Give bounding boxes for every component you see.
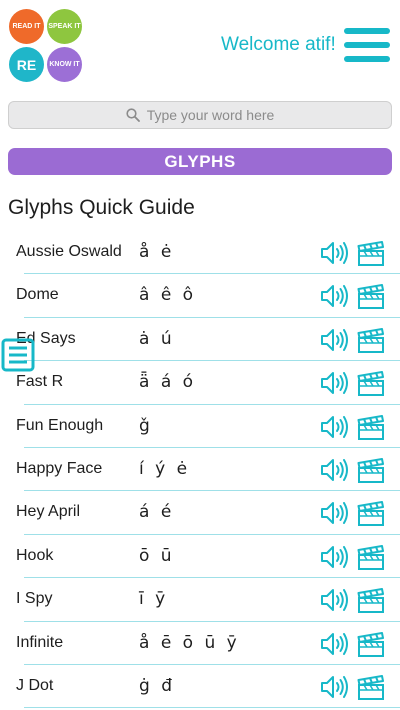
glyph-name: Infinite [16,633,64,651]
glyph-name: Aussie Oswald [16,243,122,260]
search-input[interactable]: Type your word here [8,101,392,129]
row-divider [24,707,400,709]
speaker-icon[interactable] [320,500,350,526]
logo-read-it: READ IT [9,9,44,44]
speaker-icon[interactable] [320,370,350,396]
header: READ IT SPEAK IT RE KNOW IT Welcome atif… [0,0,400,90]
glyph-symbols: ȧ ú [139,328,175,349]
clapperboard-icon[interactable] [357,588,385,614]
glyph-name: Fun Enough [16,416,104,434]
clapperboard-icon[interactable] [357,674,385,701]
glyph-list: Aussie Oswald å ė Dome â ê ô Ed Says ȧ ú Fast … [0,231,400,709]
clapperboard-icon[interactable] [357,241,385,267]
clapperboard-icon[interactable] [357,457,385,484]
clapperboard-icon[interactable] [357,371,385,397]
speaker-icon[interactable] [320,327,350,353]
welcome-text: Welcome atif! [221,34,336,55]
glyph-name: I Spy [16,590,53,608]
speaker-icon[interactable] [320,414,350,440]
glyph-symbols: ǧ [139,415,153,436]
clapperboard-icon[interactable] [357,284,385,310]
hamburger-icon[interactable] [344,28,390,62]
logo-re: RE [9,47,44,82]
glyph-name: Hook [16,546,54,564]
side-menu-icon[interactable] [0,337,36,373]
glyph-symbols: å ė [139,242,175,262]
glyph-name: Happy Face [16,459,103,477]
clapperboard-icon[interactable] [357,414,385,441]
list-item[interactable]: J Dot ġ đ [0,665,400,709]
clapperboard-icon[interactable] [357,327,385,354]
list-item[interactable]: Happy Face í ý ė [0,448,400,492]
list-item[interactable]: I Spy ī ȳ [0,578,400,622]
list-item[interactable]: Hey April á é [0,491,400,535]
glyph-symbols: á é [139,502,175,523]
search-icon [126,108,140,122]
list-item[interactable]: Dome â ê ô [0,274,400,318]
list-item[interactable]: Aussie Oswald å ė [0,231,400,275]
glyph-symbols: ǟ á ó [139,372,197,393]
list-item[interactable]: Fun Enough ǧ [0,405,400,448]
speaker-icon[interactable] [320,587,350,613]
speaker-icon[interactable] [320,283,350,309]
logo-know-it: KNOW IT [47,47,82,82]
app-logo[interactable]: READ IT SPEAK IT RE KNOW IT [9,9,83,83]
speaker-icon[interactable] [320,457,350,483]
list-item[interactable]: Fast R ǟ á ó [0,361,400,405]
glyph-name: Dome [16,286,59,304]
glyph-symbols: ġ đ [139,675,175,696]
glyphs-banner: GLYPHS [8,148,392,175]
glyph-symbols: í ý ė [139,458,191,479]
list-item[interactable]: Infinite å ē ō ū ȳ [0,622,400,665]
speaker-icon[interactable] [320,544,350,570]
glyph-name: Fast R [16,373,64,391]
speaker-icon[interactable] [320,631,350,657]
glyph-symbols: ī ȳ [139,589,169,610]
search-placeholder: Type your word here [146,107,275,123]
list-item[interactable]: Ed Says ȧ ú [0,318,400,362]
glyph-symbols: â ê ô [139,285,197,306]
clapperboard-icon[interactable] [357,544,385,571]
glyph-name: Hey April [16,503,81,521]
list-item[interactable]: Hook ō ū [0,535,400,579]
clapperboard-icon[interactable] [357,501,385,527]
speaker-icon[interactable] [320,240,350,266]
glyph-symbols: ō ū [139,545,175,566]
logo-speak-it: SPEAK IT [47,9,82,44]
glyph-name: J Dot [16,676,54,694]
clapperboard-icon[interactable] [357,631,385,658]
speaker-icon[interactable] [320,674,350,700]
page-title: Glyphs Quick Guide [8,196,195,219]
glyph-symbols: å ē ō ū ȳ [139,632,240,653]
